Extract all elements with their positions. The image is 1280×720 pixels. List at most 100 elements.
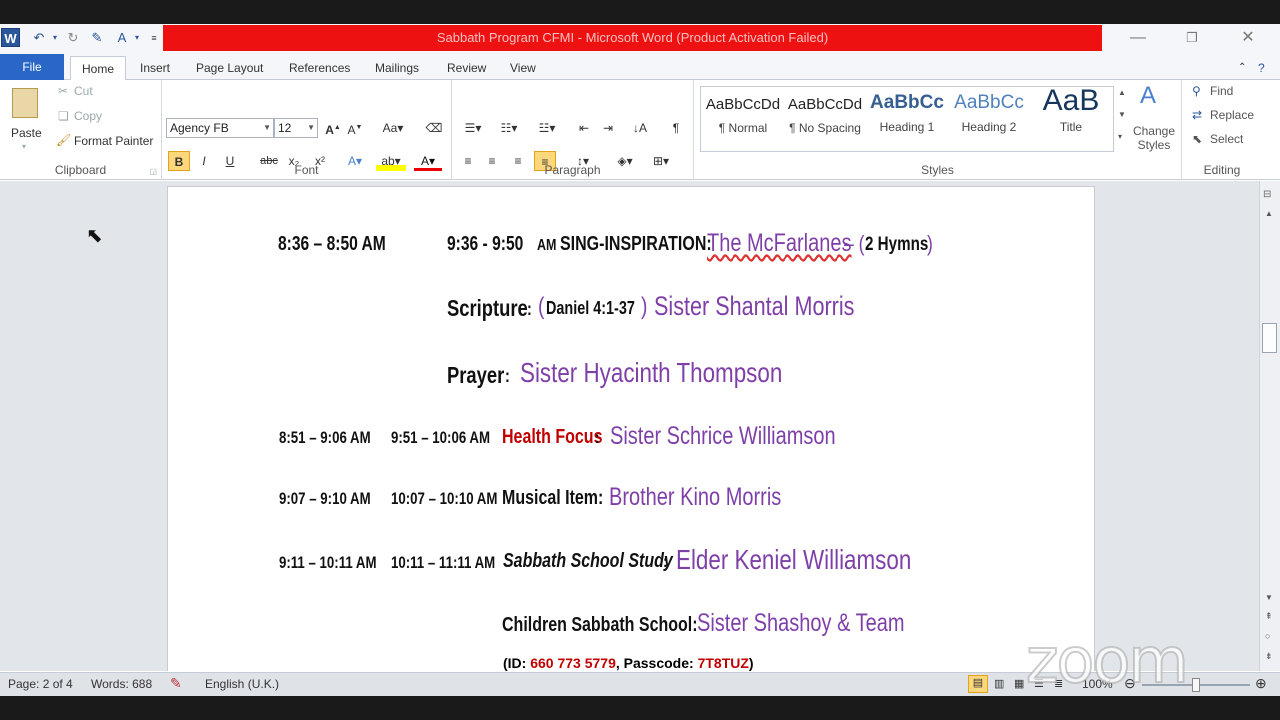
close-button[interactable]: ✕ [1228, 26, 1268, 50]
font-group: Agency FB ▼ 12 ▼ A▲ A▼ Aa▾ ⌫ B I U abc x₂ … [162, 80, 452, 180]
vertical-scrollbar[interactable]: ⊟ ▲ ▼ ⇞ ○ ⇟ [1259, 181, 1280, 671]
edit-icon[interactable]: ✎ [88, 28, 106, 48]
time-slot: 9:51 – 10:06 AM [391, 428, 518, 448]
am-label: AM [537, 237, 557, 254]
font-size-combo[interactable]: 12 ▼ [274, 118, 318, 138]
ruler-toggle-icon[interactable]: ⊟ [1263, 189, 1271, 200]
clipboard-launcher-icon[interactable]: ◲ [149, 167, 157, 176]
select-browse-object-icon[interactable]: ○ [1265, 631, 1270, 641]
undo-dropdown-icon[interactable]: ▾ [50, 28, 60, 48]
style-sample: AaBbCc [954, 92, 1024, 113]
grow-font-button[interactable]: A▲ [324, 118, 342, 138]
copy-button[interactable]: Copy [74, 109, 102, 123]
page-indicator[interactable]: Page: 2 of 4 [8, 677, 73, 691]
style-title[interactable]: AaB Title [1030, 84, 1112, 144]
restore-button[interactable]: ❐ [1172, 26, 1212, 50]
clear-formatting-icon[interactable]: ⌫ [424, 118, 444, 138]
change-case-button[interactable]: Aa▾ [380, 118, 406, 138]
tab-review[interactable]: Review [441, 56, 492, 80]
sort-button[interactable]: ↓A [630, 118, 650, 138]
tab-file[interactable]: File [0, 54, 64, 80]
full-screen-reading-icon[interactable]: ▥ [994, 677, 1004, 690]
close-paren: ) [748, 655, 754, 671]
undo-icon[interactable]: ↶ [30, 28, 48, 48]
previous-page-icon[interactable]: ⇞ [1265, 611, 1273, 622]
word-app-icon[interactable]: W [1, 28, 20, 47]
participant: Elder Keniel Williamson [676, 544, 970, 576]
print-layout-icon[interactable]: ▤ [968, 675, 988, 693]
style-no-spacing[interactable]: AaBbCcDd ¶ No Spacing [784, 84, 866, 144]
participant: Sister Shantal Morris [654, 291, 905, 322]
scroll-thumb[interactable] [1262, 323, 1277, 353]
replace-icon: ⇄ [1192, 108, 1203, 122]
style-heading-1[interactable]: AaBbCc Heading 1 [866, 84, 948, 144]
clipboard-group: Paste ▾ ✂ Cut ❏ Copy 🖌 Format Painter Cl… [0, 80, 162, 180]
word-count[interactable]: Words: 688 [91, 677, 152, 691]
change-styles-button[interactable]: Change Styles [1132, 124, 1176, 152]
change-styles-icon: A [1140, 82, 1157, 109]
tab-view[interactable]: View [504, 56, 542, 80]
tab-insert[interactable]: Insert [134, 56, 176, 80]
zoom-slider-thumb[interactable] [1192, 678, 1200, 692]
select-button[interactable]: Select [1210, 132, 1243, 146]
colon: : [527, 299, 533, 320]
editing-group: ⚲ Find ⇄ Replace ⬉ Select Editing [1182, 80, 1262, 180]
help-icon[interactable]: ? [1252, 56, 1271, 80]
tab-page-layout[interactable]: Page Layout [190, 56, 269, 80]
style-heading-2[interactable]: AaBbCc Heading 2 [948, 84, 1030, 144]
style-sample: AaB [1042, 84, 1100, 117]
format-painter-button[interactable]: Format Painter [74, 134, 153, 148]
increase-indent-button[interactable]: ⇥ [598, 118, 618, 138]
ribbon: Paste ▾ ✂ Cut ❏ Copy 🖌 Format Painter Cl… [0, 80, 1280, 180]
tab-references[interactable]: References [283, 56, 356, 80]
colon-text: : [663, 552, 668, 571]
document-page[interactable]: 8:36 – 8:50 AM 9:36 - 9:50 AM SING-INSPI… [167, 186, 1095, 671]
next-page-icon[interactable]: ⇟ [1265, 651, 1273, 662]
replace-button[interactable]: Replace [1210, 108, 1254, 122]
minimize-ribbon-icon[interactable]: ⌃ [1232, 56, 1252, 80]
styles-scroll-down-icon[interactable]: ▼ [1118, 110, 1126, 119]
paste-button[interactable]: Paste [11, 126, 42, 140]
customize-qat-icon[interactable]: ≡ [148, 28, 160, 48]
decrease-indent-button[interactable]: ⇤ [574, 118, 594, 138]
paste-icon[interactable] [12, 88, 38, 118]
numbering-button[interactable]: ☷▾ [494, 118, 524, 138]
clipboard-label: Clipboard [54, 163, 107, 177]
time-slot-1: 9:11 – 10:11 AM [279, 553, 377, 572]
text-effects-icon[interactable]: A [112, 28, 132, 48]
tab-mailings[interactable]: Mailings [369, 56, 425, 80]
hymns-text: 2 Hymns [865, 234, 929, 255]
styles-more-icon[interactable]: ▾ [1118, 132, 1122, 141]
scroll-down-icon[interactable]: ▼ [1265, 593, 1273, 602]
styles-scroll-up-icon[interactable]: ▲ [1118, 88, 1126, 97]
show-formatting-button[interactable]: ¶ [666, 118, 686, 138]
shrink-font-button[interactable]: A▼ [346, 118, 364, 138]
paren: ( [538, 293, 546, 321]
font-name-combo[interactable]: Agency FB ▼ [166, 118, 274, 138]
participant-name: Sister Shashoy & Team [697, 609, 905, 637]
time-slot-1: 9:07 – 9:10 AM [279, 489, 371, 508]
styles-group: AaBbCcDd ¶ Normal AaBbCcDd ¶ No Spacing … [694, 80, 1182, 180]
zoom-in-icon[interactable]: ⊕ [1255, 675, 1267, 692]
scroll-up-icon[interactable]: ▲ [1265, 209, 1273, 218]
proofing-icon[interactable]: ✎ [170, 675, 182, 692]
style-normal[interactable]: AaBbCcDd ¶ Normal [702, 84, 784, 144]
redo-icon[interactable]: ↻ [64, 28, 82, 48]
passcode: 7T8TUZ [697, 655, 749, 671]
colon-text: : [505, 366, 510, 386]
colon: : [595, 428, 601, 448]
bullets-button[interactable]: ☰▾ [458, 118, 488, 138]
paste-dropdown-icon[interactable]: ▾ [22, 142, 26, 151]
multilevel-list-button[interactable]: ☳▾ [532, 118, 562, 138]
tab-home[interactable]: Home [70, 56, 126, 81]
participant-name: Sister Hyacinth Thompson [520, 357, 783, 388]
sing-inspiration-label: SING-INSPIRATION: [560, 233, 712, 255]
language-indicator[interactable]: English (U.K.) [205, 677, 279, 691]
find-button[interactable]: Find [1210, 84, 1233, 98]
cut-button[interactable]: Cut [74, 84, 93, 98]
minimize-button[interactable]: — [1118, 26, 1158, 50]
qat-dropdown-icon[interactable]: ▾ [132, 28, 142, 48]
colon: : [505, 366, 511, 387]
title-bar: W ↶ ▾ ↻ ✎ A ▾ ≡ Sabbath Program CFMI - M… [0, 24, 1280, 52]
web-layout-icon[interactable]: ▦ [1014, 677, 1024, 690]
